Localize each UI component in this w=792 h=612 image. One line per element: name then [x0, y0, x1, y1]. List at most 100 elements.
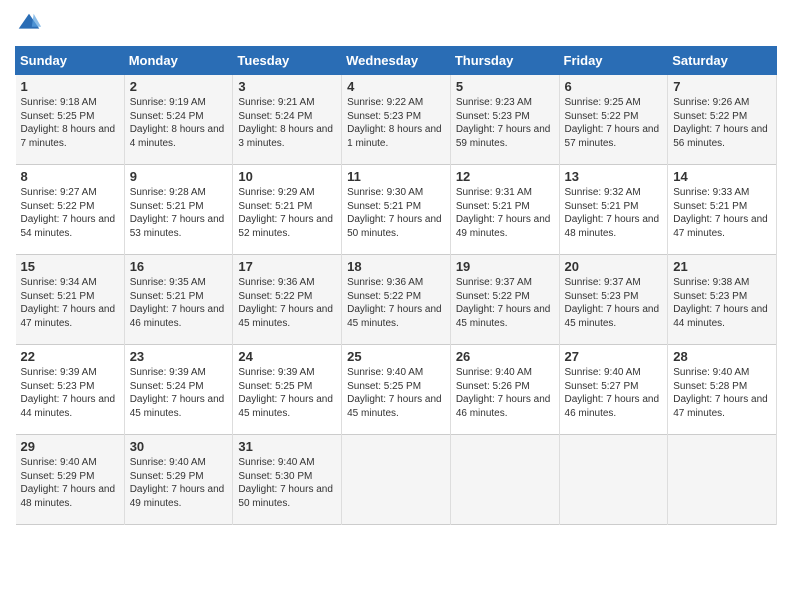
day-number: 10: [238, 169, 336, 184]
calendar-cell: 17Sunrise: 9:36 AMSunset: 5:22 PMDayligh…: [233, 255, 342, 345]
day-number: 2: [130, 79, 228, 94]
calendar-cell: 31 Sunrise: 9:40 AMSunset: 5:30 PMDayligh…: [233, 435, 342, 525]
calendar-cell: 25 Sunrise: 9:40 AMSunset: 5:25 PMDayligh…: [342, 345, 451, 435]
day-info: Sunrise: 9:36 AMSunset: 5:22 PMDaylight:…: [347, 276, 445, 330]
day-info: Sunrise: 9:40 AMSunset: 5:28 PMDaylight:…: [673, 366, 771, 420]
day-info: Sunrise: 9:39 AMSunset: 5:25 PMDaylight:…: [238, 366, 336, 420]
calendar-cell: 30 Sunrise: 9:40 AMSunset: 5:29 PMDayligh…: [124, 435, 233, 525]
day-info: Sunrise: 9:40 AMSunset: 5:26 PMDaylight:…: [456, 366, 554, 420]
day-number: 7: [673, 79, 771, 94]
calendar-cell: 8 Sunrise: 9:27 AMSunset: 5:22 PMDaylight…: [16, 165, 125, 255]
day-number: 17: [238, 259, 336, 274]
day-number: 6: [565, 79, 663, 94]
day-number: 8: [21, 169, 119, 184]
calendar-cell: 14Sunrise: 9:33 AMSunset: 5:21 PMDayligh…: [668, 165, 777, 255]
calendar-cell: 19Sunrise: 9:37 AMSunset: 5:22 PMDayligh…: [450, 255, 559, 345]
day-number: 31: [238, 439, 336, 454]
calendar-cell: 6 Sunrise: 9:25 AMSunset: 5:22 PMDaylight…: [559, 75, 668, 165]
header: [15, 10, 777, 38]
day-info: Sunrise: 9:40 AMSunset: 5:27 PMDaylight:…: [565, 366, 663, 420]
day-number: 29: [21, 439, 119, 454]
day-number: 26: [456, 349, 554, 364]
calendar-cell: 2Sunrise: 9:19 AMSunset: 5:24 PMDaylight…: [124, 75, 233, 165]
calendar-cell: 28Sunrise: 9:40 AMSunset: 5:28 PMDayligh…: [668, 345, 777, 435]
day-number: 25: [347, 349, 445, 364]
day-number: 30: [130, 439, 228, 454]
day-info: Sunrise: 9:37 AMSunset: 5:23 PMDaylight:…: [565, 276, 663, 330]
day-info: Sunrise: 9:22 AMSunset: 5:23 PMDaylight:…: [347, 96, 445, 150]
day-number: 18: [347, 259, 445, 274]
week-row-3: 15 Sunrise: 9:34 AMSunset: 5:21 PMDayligh…: [16, 255, 777, 345]
calendar-cell: 23 Sunrise: 9:39 AMSunset: 5:24 PMDayligh…: [124, 345, 233, 435]
day-number: 23: [130, 349, 228, 364]
calendar-cell: 21Sunrise: 9:38 AMSunset: 5:23 PMDayligh…: [668, 255, 777, 345]
day-info: Sunrise: 9:21 AMSunset: 5:24 PMDaylight:…: [238, 96, 336, 150]
day-info: Sunrise: 9:40 AMSunset: 5:25 PMDaylight:…: [347, 366, 445, 420]
day-info: Sunrise: 9:40 AMSunset: 5:30 PMDaylight:…: [238, 456, 336, 510]
calendar-cell: 11 Sunrise: 9:30 AMSunset: 5:21 PMDayligh…: [342, 165, 451, 255]
week-row-5: 29 Sunrise: 9:40 AMSunset: 5:29 PMDayligh…: [16, 435, 777, 525]
day-number: 1: [21, 79, 119, 94]
day-number: 12: [456, 169, 554, 184]
day-info: Sunrise: 9:30 AMSunset: 5:21 PMDaylight:…: [347, 186, 445, 240]
day-info: Sunrise: 9:34 AMSunset: 5:21 PMDaylight:…: [21, 276, 119, 330]
calendar-table: SundayMondayTuesdayWednesdayThursdayFrid…: [15, 46, 777, 525]
week-row-2: 8 Sunrise: 9:27 AMSunset: 5:22 PMDaylight…: [16, 165, 777, 255]
calendar-cell: 27 Sunrise: 9:40 AMSunset: 5:27 PMDayligh…: [559, 345, 668, 435]
calendar-cell: [450, 435, 559, 525]
day-info: Sunrise: 9:26 AMSunset: 5:22 PMDaylight:…: [673, 96, 771, 150]
calendar-cell: 9Sunrise: 9:28 AMSunset: 5:21 PMDaylight…: [124, 165, 233, 255]
day-header-saturday: Saturday: [668, 47, 777, 75]
day-info: Sunrise: 9:33 AMSunset: 5:21 PMDaylight:…: [673, 186, 771, 240]
day-number: 11: [347, 169, 445, 184]
header-row: SundayMondayTuesdayWednesdayThursdayFrid…: [16, 47, 777, 75]
calendar-cell: 22 Sunrise: 9:39 AMSunset: 5:23 PMDayligh…: [16, 345, 125, 435]
day-info: Sunrise: 9:27 AMSunset: 5:22 PMDaylight:…: [21, 186, 119, 240]
calendar-cell: [668, 435, 777, 525]
day-info: Sunrise: 9:39 AMSunset: 5:24 PMDaylight:…: [130, 366, 228, 420]
day-info: Sunrise: 9:23 AMSunset: 5:23 PMDaylight:…: [456, 96, 554, 150]
day-header-tuesday: Tuesday: [233, 47, 342, 75]
day-number: 3: [238, 79, 336, 94]
calendar-cell: 13 Sunrise: 9:32 AMSunset: 5:21 PMDayligh…: [559, 165, 668, 255]
day-info: Sunrise: 9:40 AMSunset: 5:29 PMDaylight:…: [130, 456, 228, 510]
day-header-friday: Friday: [559, 47, 668, 75]
day-number: 9: [130, 169, 228, 184]
day-number: 16: [130, 259, 228, 274]
week-row-1: 1Sunrise: 9:18 AMSunset: 5:25 PMDaylight…: [16, 75, 777, 165]
day-number: 22: [21, 349, 119, 364]
day-info: Sunrise: 9:25 AMSunset: 5:22 PMDaylight:…: [565, 96, 663, 150]
calendar-cell: 29 Sunrise: 9:40 AMSunset: 5:29 PMDayligh…: [16, 435, 125, 525]
calendar-cell: 12 Sunrise: 9:31 AMSunset: 5:21 PMDayligh…: [450, 165, 559, 255]
calendar-cell: 3 Sunrise: 9:21 AMSunset: 5:24 PMDaylight…: [233, 75, 342, 165]
day-number: 13: [565, 169, 663, 184]
calendar-cell: [559, 435, 668, 525]
day-info: Sunrise: 9:35 AMSunset: 5:21 PMDaylight:…: [130, 276, 228, 330]
day-number: 20: [565, 259, 663, 274]
calendar-cell: 10 Sunrise: 9:29 AMSunset: 5:21 PMDayligh…: [233, 165, 342, 255]
day-number: 5: [456, 79, 554, 94]
day-number: 27: [565, 349, 663, 364]
day-number: 15: [21, 259, 119, 274]
day-info: Sunrise: 9:38 AMSunset: 5:23 PMDaylight:…: [673, 276, 771, 330]
calendar-cell: 24Sunrise: 9:39 AMSunset: 5:25 PMDayligh…: [233, 345, 342, 435]
calendar-cell: 18 Sunrise: 9:36 AMSunset: 5:22 PMDayligh…: [342, 255, 451, 345]
calendar-cell: 15 Sunrise: 9:34 AMSunset: 5:21 PMDayligh…: [16, 255, 125, 345]
calendar-cell: 26 Sunrise: 9:40 AMSunset: 5:26 PMDayligh…: [450, 345, 559, 435]
calendar-cell: 16 Sunrise: 9:35 AMSunset: 5:21 PMDayligh…: [124, 255, 233, 345]
day-info: Sunrise: 9:37 AMSunset: 5:22 PMDaylight:…: [456, 276, 554, 330]
day-info: Sunrise: 9:39 AMSunset: 5:23 PMDaylight:…: [21, 366, 119, 420]
day-number: 4: [347, 79, 445, 94]
calendar-cell: 20 Sunrise: 9:37 AMSunset: 5:23 PMDayligh…: [559, 255, 668, 345]
day-info: Sunrise: 9:29 AMSunset: 5:21 PMDaylight:…: [238, 186, 336, 240]
day-header-thursday: Thursday: [450, 47, 559, 75]
day-info: Sunrise: 9:40 AMSunset: 5:29 PMDaylight:…: [21, 456, 119, 510]
day-header-wednesday: Wednesday: [342, 47, 451, 75]
calendar-cell: 1Sunrise: 9:18 AMSunset: 5:25 PMDaylight…: [16, 75, 125, 165]
day-header-monday: Monday: [124, 47, 233, 75]
calendar-cell: [342, 435, 451, 525]
day-info: Sunrise: 9:31 AMSunset: 5:21 PMDaylight:…: [456, 186, 554, 240]
day-info: Sunrise: 9:32 AMSunset: 5:21 PMDaylight:…: [565, 186, 663, 240]
calendar-cell: 7 Sunrise: 9:26 AMSunset: 5:22 PMDaylight…: [668, 75, 777, 165]
week-row-4: 22 Sunrise: 9:39 AMSunset: 5:23 PMDayligh…: [16, 345, 777, 435]
